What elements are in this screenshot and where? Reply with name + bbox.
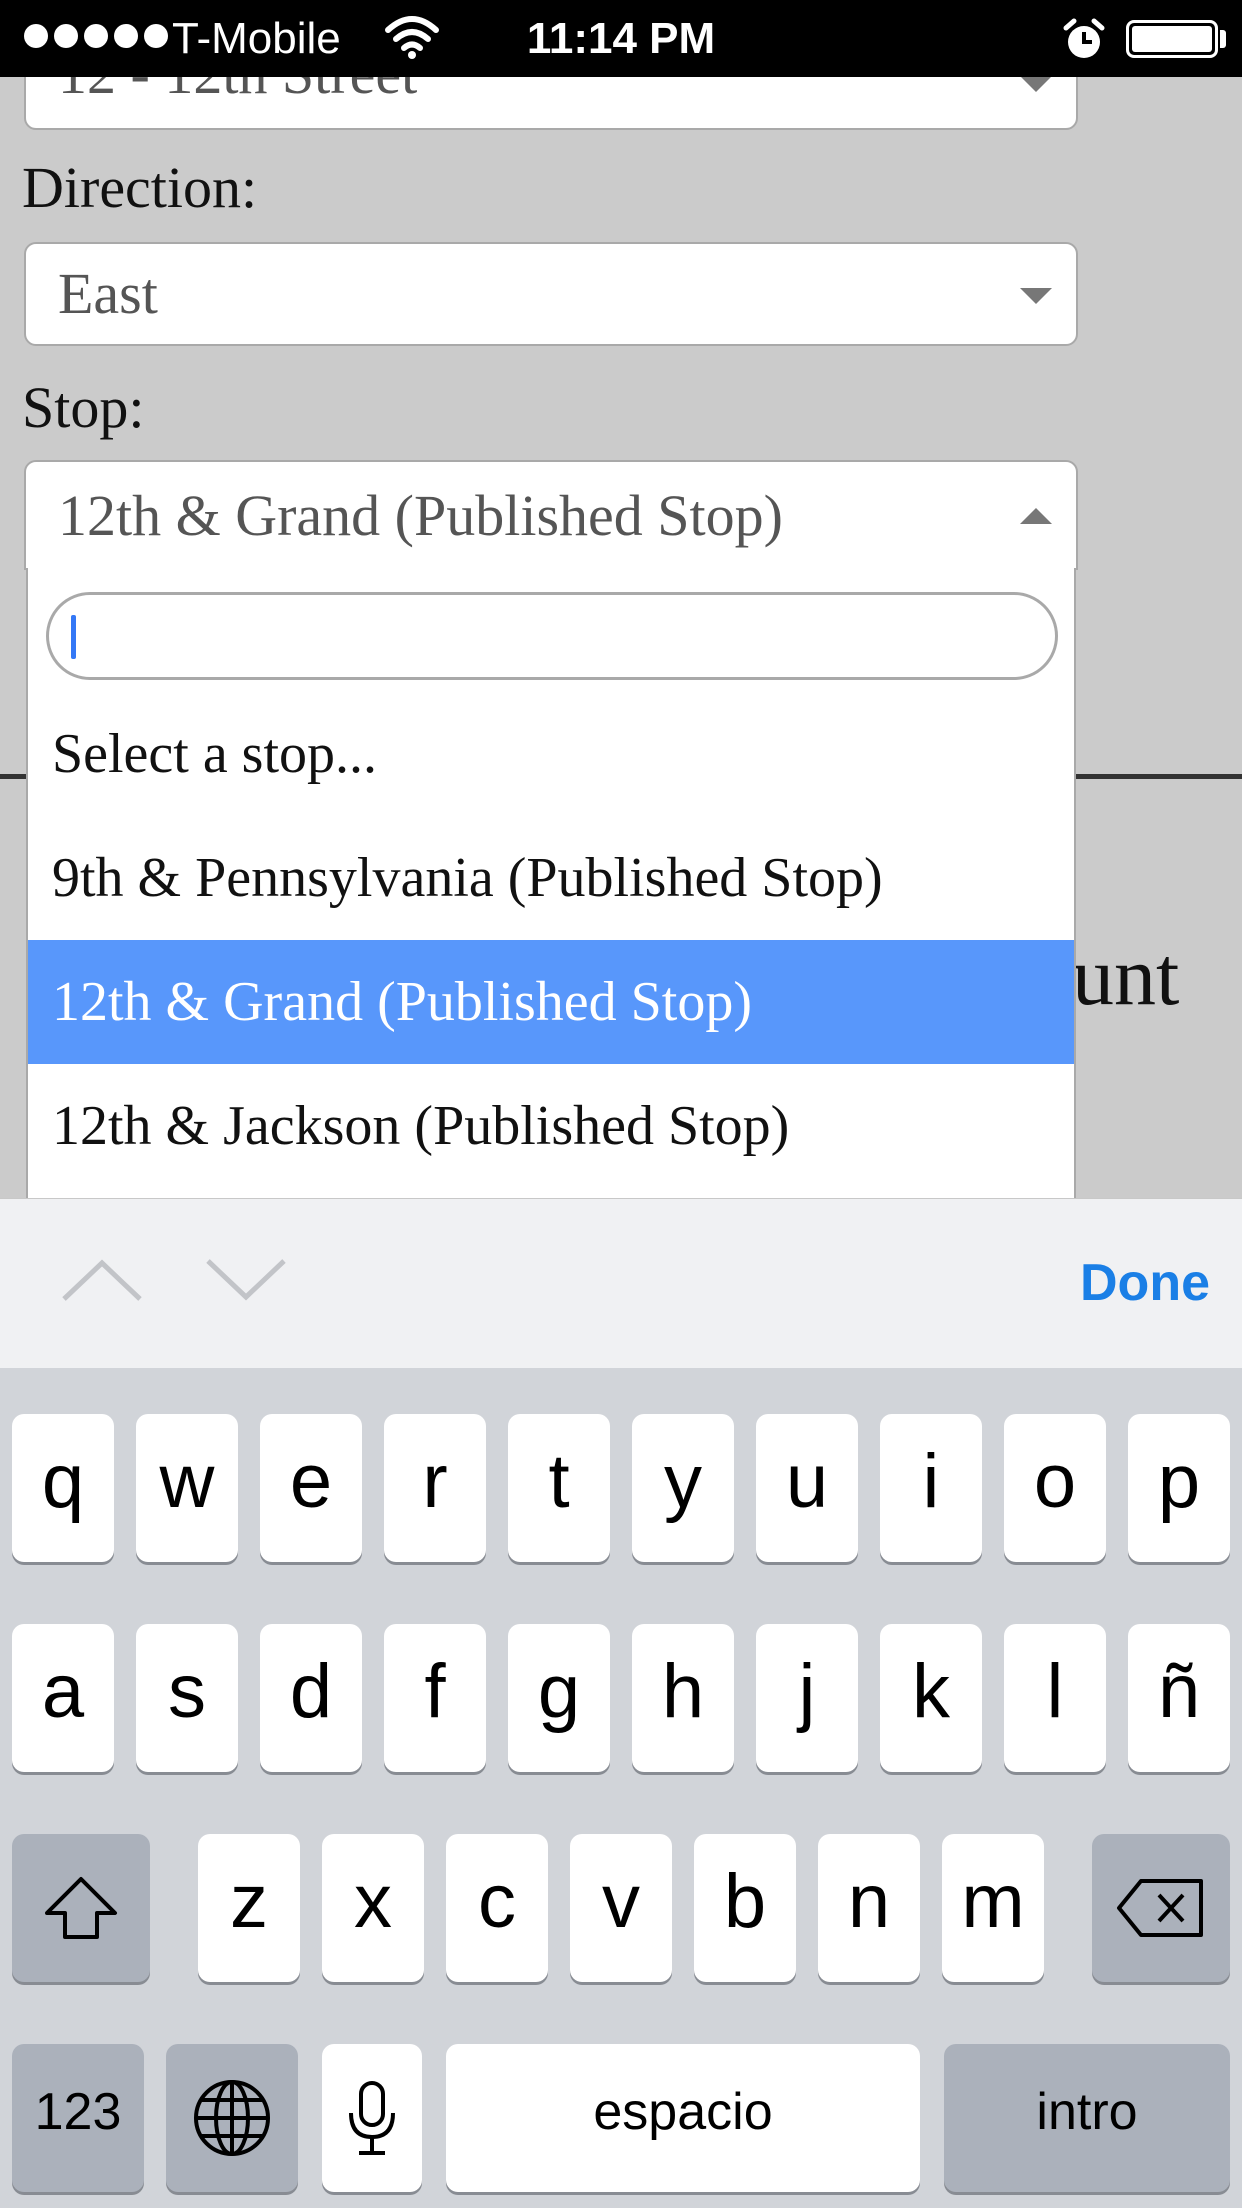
globe-key[interactable]	[166, 2044, 298, 2192]
chevron-down-icon	[1020, 288, 1052, 304]
key-g[interactable]: g	[508, 1624, 610, 1772]
chevron-up-icon[interactable]	[60, 1255, 144, 1305]
backspace-icon	[1117, 1879, 1203, 1937]
key-z[interactable]: z	[198, 1834, 300, 1982]
direction-label: Direction:	[22, 155, 258, 220]
keyboard: q w e r t y u i o p a s d f g h j k l ñ …	[0, 1368, 1242, 2208]
stop-search-input[interactable]	[46, 592, 1058, 680]
stop-option[interactable]: 12th & Jackson (Published Stop)	[28, 1064, 1074, 1188]
key-x[interactable]: x	[322, 1834, 424, 1982]
key-o[interactable]: o	[1004, 1414, 1106, 1562]
text-cursor	[71, 615, 76, 659]
chevron-down-icon[interactable]	[204, 1255, 288, 1305]
chevron-up-icon	[1020, 508, 1052, 524]
key-j[interactable]: j	[756, 1624, 858, 1772]
stop-label: Stop:	[22, 375, 145, 440]
dictation-key[interactable]	[322, 2044, 422, 2192]
done-button[interactable]: Done	[1080, 1251, 1210, 1315]
key-v[interactable]: v	[570, 1834, 672, 1982]
key-n-tilde[interactable]: ñ	[1128, 1624, 1230, 1772]
key-h[interactable]: h	[632, 1624, 734, 1772]
key-w[interactable]: w	[136, 1414, 238, 1562]
key-c[interactable]: c	[446, 1834, 548, 1982]
obscured-heading: unt	[1072, 930, 1180, 1023]
key-t[interactable]: t	[508, 1414, 610, 1562]
key-y[interactable]: y	[632, 1414, 734, 1562]
key-q[interactable]: q	[12, 1414, 114, 1562]
stop-select[interactable]: 12th & Grand (Published Stop)	[24, 460, 1078, 570]
stop-select-value: 12th & Grand (Published Stop)	[58, 483, 783, 548]
backspace-key[interactable]	[1092, 1834, 1230, 1982]
globe-icon	[194, 2080, 270, 2156]
alarm-icon	[1063, 18, 1105, 58]
key-a[interactable]: a	[12, 1624, 114, 1772]
key-d[interactable]: d	[260, 1624, 362, 1772]
stop-option-highlighted[interactable]: 12th & Grand (Published Stop)	[28, 940, 1074, 1064]
chevron-down-icon	[1020, 76, 1052, 92]
key-u[interactable]: u	[756, 1414, 858, 1562]
shift-icon	[45, 1877, 117, 1939]
key-p[interactable]: p	[1128, 1414, 1230, 1562]
key-m[interactable]: m	[942, 1834, 1044, 1982]
key-n[interactable]: n	[818, 1834, 920, 1982]
key-f[interactable]: f	[384, 1624, 486, 1772]
stop-dropdown: Select a stop... 9th & Pennsylvania (Pub…	[26, 568, 1076, 1198]
keyboard-accessory-bar: Done	[0, 1198, 1242, 1368]
space-key[interactable]: espacio	[446, 2044, 920, 2192]
key-s[interactable]: s	[136, 1624, 238, 1772]
direction-select-value: East	[58, 261, 158, 326]
numbers-key[interactable]: 123	[12, 2044, 144, 2192]
key-e[interactable]: e	[260, 1414, 362, 1562]
key-b[interactable]: b	[694, 1834, 796, 1982]
stop-option[interactable]: Select a stop...	[28, 692, 1074, 816]
stop-options-list: Select a stop... 9th & Pennsylvania (Pub…	[28, 692, 1074, 1188]
key-k[interactable]: k	[880, 1624, 982, 1772]
status-bar: T-Mobile 11:14 PM	[0, 0, 1242, 77]
stop-option[interactable]: 9th & Pennsylvania (Published Stop)	[28, 816, 1074, 940]
key-i[interactable]: i	[880, 1414, 982, 1562]
key-l[interactable]: l	[1004, 1624, 1106, 1772]
clock: 11:14 PM	[526, 14, 716, 63]
direction-select[interactable]: East	[24, 242, 1078, 346]
battery-icon	[1126, 20, 1218, 58]
microphone-icon	[349, 2081, 395, 2155]
return-key[interactable]: intro	[944, 2044, 1230, 2192]
key-r[interactable]: r	[384, 1414, 486, 1562]
shift-key[interactable]	[12, 1834, 150, 1982]
